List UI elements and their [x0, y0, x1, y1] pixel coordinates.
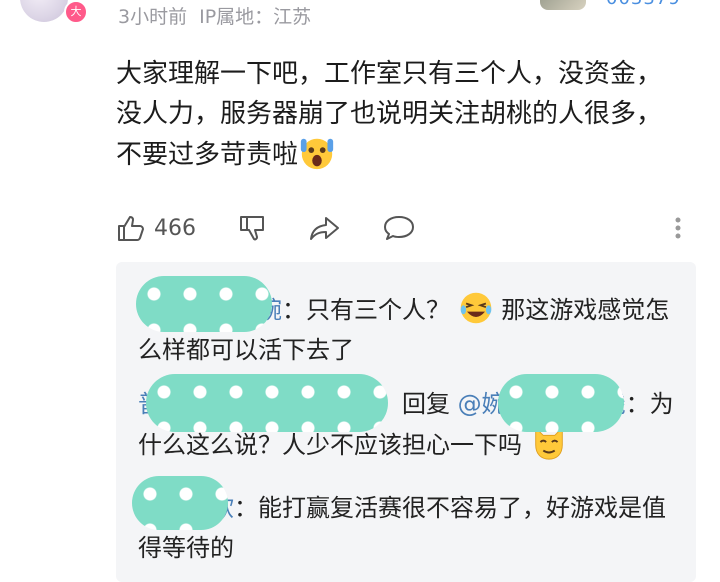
- comment-actions: 466: [116, 208, 696, 248]
- scream-face-emoji: [300, 138, 334, 170]
- username-blur-mask: [136, 276, 272, 332]
- dislike-button[interactable]: [238, 208, 268, 248]
- reply-list: 婉：只有三个人？ 那这游戏感觉怎么样都可以活下去了 普 ：回复 @婉 残：为什么…: [116, 262, 696, 582]
- thumbs-down-icon: [240, 216, 264, 241]
- like-button[interactable]: 466: [116, 208, 196, 248]
- reply-text: ：只有三个人？: [282, 296, 450, 324]
- more-vertical-icon: [675, 217, 681, 239]
- share-button[interactable]: [308, 208, 342, 248]
- comment-bubble-icon: [384, 216, 414, 240]
- comment-body: 大家理解一下吧，工作室只有三个人，没资金，没人力，服务器崩了也说明关注胡桃的人很…: [116, 54, 676, 175]
- user-counter: 003379: [606, 0, 681, 9]
- comment-meta: 3小时前 IP属地：江苏: [118, 2, 311, 29]
- ip-location: IP属地：江苏: [199, 6, 312, 28]
- user-avatar-right[interactable]: [540, 0, 586, 10]
- username-blur-mask: [132, 476, 228, 530]
- comment-text: 大家理解一下吧，工作室只有三个人，没资金，没人力，服务器崩了也说明关注胡桃的人很…: [116, 59, 663, 170]
- more-options-button[interactable]: [672, 208, 684, 248]
- level-badge: 大: [64, 0, 88, 24]
- laughing-emoji: [460, 292, 491, 324]
- thumbs-up-icon: [118, 216, 144, 241]
- reply-button[interactable]: [382, 208, 416, 248]
- share-icon: [310, 217, 339, 240]
- timestamp: 3小时前: [118, 6, 188, 28]
- avatar[interactable]: [20, 0, 68, 22]
- mention-blur-mask: [498, 374, 624, 432]
- username-blur-mask: [146, 374, 388, 432]
- reply-text: ：回复: [378, 390, 458, 418]
- like-count: 466: [154, 215, 196, 241]
